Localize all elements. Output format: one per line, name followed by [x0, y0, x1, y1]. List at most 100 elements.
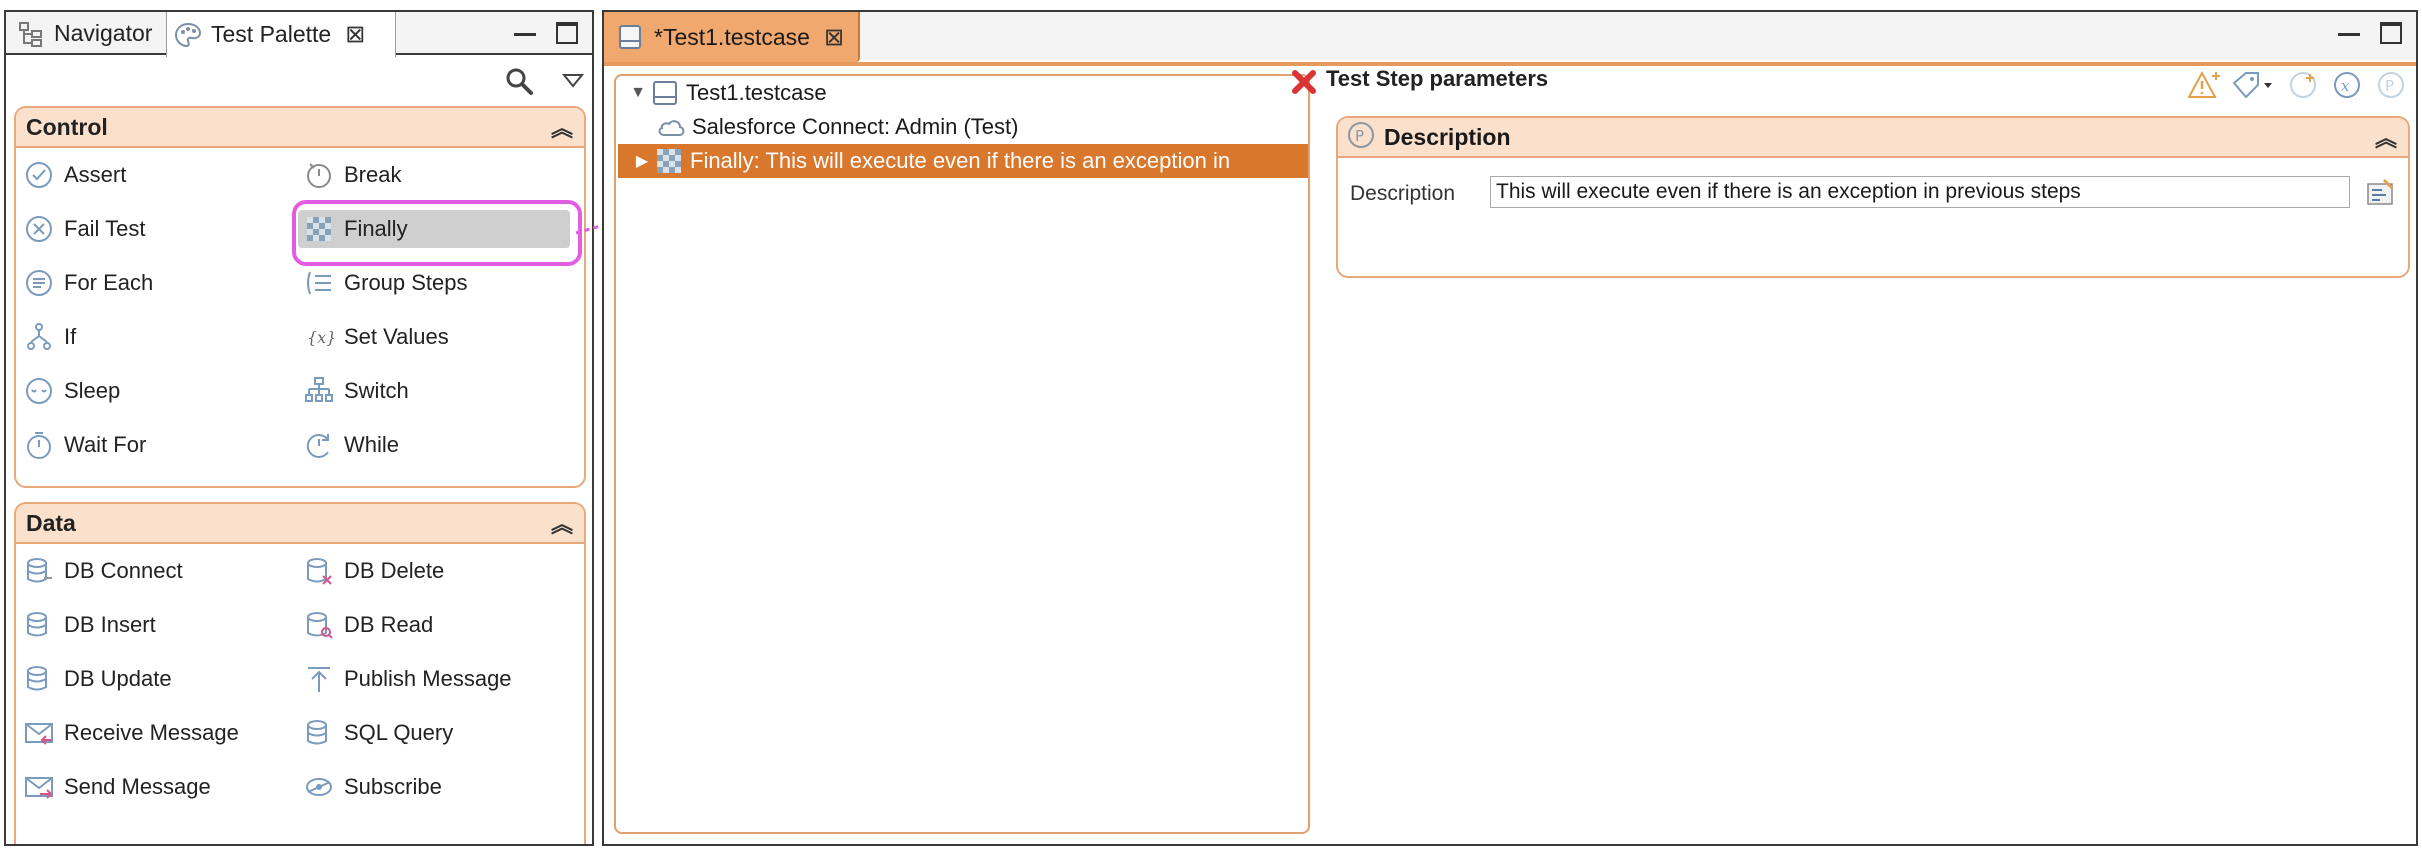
palette-item-assert[interactable]: Assert [22, 156, 126, 194]
wait-for-icon [22, 428, 56, 462]
sql-query-icon [302, 716, 336, 750]
add-variable-icon[interactable] [2286, 68, 2320, 102]
expand-triangle-icon[interactable]: ▼ [626, 84, 650, 102]
control-drawer-header[interactable]: Control ︽ [16, 108, 584, 148]
palette-item-while[interactable]: While [302, 426, 399, 464]
tab-navigator-label: Navigator [54, 20, 153, 46]
control-drawer-title: Control [26, 113, 108, 140]
minimize-button[interactable] [2338, 22, 2360, 36]
db-read-icon [302, 608, 336, 642]
palette-item-sql-query[interactable]: SQL Query [302, 714, 453, 752]
palette-item-subscribe[interactable]: Subscribe [302, 768, 442, 806]
tab-navigator[interactable]: Navigator [6, 12, 166, 55]
close-icon[interactable]: ⊠ [345, 20, 365, 49]
testcase-icon [614, 21, 646, 53]
svg-text:P: P [2385, 77, 2394, 95]
tree-row-label: Test1.testcase [686, 80, 827, 105]
collapse-icon[interactable]: ︽ [2375, 121, 2397, 153]
if-icon [22, 320, 56, 354]
palette-item-label: SQL Query [344, 720, 454, 745]
group-steps-icon [302, 266, 336, 300]
cloud-icon [656, 112, 686, 142]
editor-tab-bar: *Test1.testcase ⊠ [604, 12, 2416, 62]
view-tab-bar: Navigator Test Palette ⊠ [6, 12, 592, 57]
db-update-icon [22, 662, 56, 696]
svg-text:P: P [1355, 127, 1364, 145]
switch-icon [302, 374, 336, 408]
control-drawer: Control ︽ Assert Break Fail Test Finally For… [14, 106, 586, 488]
palette-item-send-message[interactable]: Send Message [22, 768, 211, 806]
tab-test-palette[interactable]: Test Palette ⊠ [166, 12, 396, 57]
palette-item-receive-message[interactable]: Receive Message [22, 714, 239, 752]
subscribe-icon [302, 770, 336, 804]
palette-item-label: Fail Test [64, 216, 146, 241]
palette-item-db-insert[interactable]: DB Insert [22, 606, 156, 644]
editor-tab-label: *Test1.testcase [654, 23, 810, 50]
description-label: Description [1350, 182, 1456, 205]
test-palette-view: Navigator Test Palette ⊠ Control ︽ Asser… [4, 10, 594, 846]
close-icon[interactable]: ⊠ [824, 23, 844, 52]
db-connect-icon [22, 554, 56, 588]
palette-item-db-read[interactable]: DB Read [302, 606, 433, 644]
tree-row-testcase[interactable]: ▼ Test1.testcase [626, 76, 827, 110]
palette-item-wait-for[interactable]: Wait For [22, 426, 146, 464]
minimize-button[interactable] [514, 22, 536, 36]
maximize-button[interactable] [2380, 22, 2402, 44]
expand-triangle-icon[interactable]: ▶ [630, 151, 654, 171]
maximize-button[interactable] [556, 22, 578, 44]
parameters-toolbar: x P [2188, 68, 2408, 102]
data-drawer-title: Data [26, 509, 76, 536]
palette-item-db-connect[interactable]: DB Connect [22, 552, 183, 590]
fail-test-icon [22, 212, 56, 246]
parameter-icon[interactable]: P [2374, 68, 2408, 102]
tag-dropdown-icon[interactable] [2232, 68, 2276, 102]
send-message-icon [22, 770, 56, 804]
palette-item-label: Receive Message [64, 720, 239, 745]
tree-row-label: Finally: This will execute even if there… [690, 148, 1231, 173]
palette-icon [173, 20, 203, 50]
navigator-icon [16, 19, 46, 49]
palette-item-sleep[interactable]: Sleep [22, 372, 120, 410]
for-each-icon [22, 266, 56, 300]
collapse-icon[interactable]: ︽ [551, 111, 573, 143]
palette-item-set-values[interactable]: {x} Set Values [302, 318, 449, 356]
set-values-icon: {x} [302, 320, 336, 354]
break-icon [302, 158, 336, 192]
delete-step-icon[interactable] [1290, 68, 1318, 96]
palette-item-if[interactable]: If [22, 318, 76, 356]
palette-toolbar [504, 66, 585, 101]
palette-item-label: DB Update [64, 666, 172, 691]
tree-row-salesforce-connect[interactable]: Salesforce Connect: Admin (Test) [656, 110, 1018, 144]
view-menu-icon[interactable] [561, 73, 585, 94]
palette-item-break[interactable]: Break [302, 156, 401, 194]
add-assertion-icon[interactable] [2188, 68, 2222, 102]
db-insert-icon [22, 608, 56, 642]
palette-item-db-delete[interactable]: DB Delete [302, 552, 444, 590]
description-section: P Description ︽ Description [1336, 116, 2410, 278]
search-icon[interactable] [504, 66, 534, 101]
svg-text:x: x [2341, 77, 2350, 95]
edit-text-icon[interactable] [2364, 176, 2396, 208]
palette-item-label: Subscribe [344, 774, 442, 799]
palette-item-publish-message[interactable]: Publish Message [302, 660, 512, 698]
expression-icon[interactable]: x [2330, 68, 2364, 102]
tab-test1-testcase[interactable]: *Test1.testcase ⊠ [604, 12, 860, 62]
palette-item-db-update[interactable]: DB Update [22, 660, 172, 698]
palette-item-label: DB Insert [64, 612, 156, 637]
db-delete-icon [302, 554, 336, 588]
description-section-header[interactable]: P Description ︽ [1338, 118, 2408, 158]
palette-item-label: Group Steps [344, 270, 468, 295]
collapse-icon[interactable]: ︽ [551, 507, 573, 539]
tree-row-finally[interactable]: ▶ Finally: This will execute even if the… [618, 144, 1308, 178]
description-field[interactable] [1490, 176, 2350, 208]
palette-item-group-steps[interactable]: Group Steps [302, 264, 468, 302]
data-drawer-header[interactable]: Data ︽ [16, 504, 584, 544]
palette-item-fail-test[interactable]: Fail Test [22, 210, 146, 248]
palette-item-label: Assert [64, 162, 127, 187]
palette-item-label: If [64, 324, 77, 349]
palette-item-for-each[interactable]: For Each [22, 264, 153, 302]
palette-item-label: DB Read [344, 612, 434, 637]
palette-item-label: Break [344, 162, 402, 187]
palette-item-switch[interactable]: Switch [302, 372, 409, 410]
testcase-icon [650, 78, 680, 108]
